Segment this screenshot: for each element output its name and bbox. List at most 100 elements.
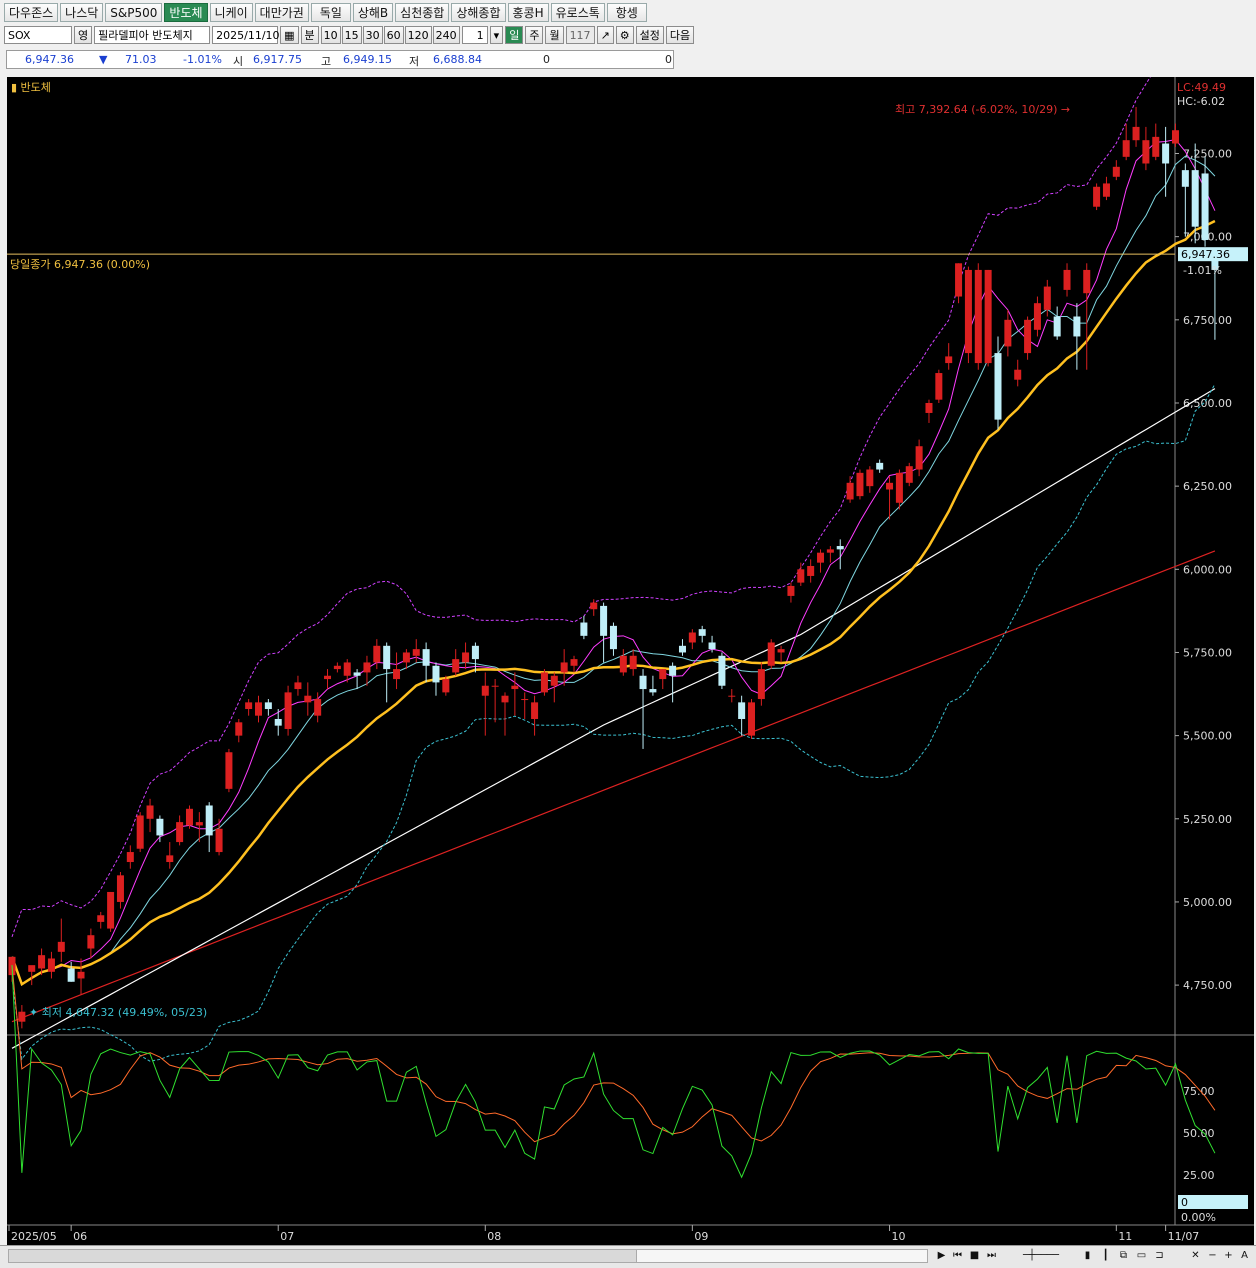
gear-icon[interactable]: ⚙ [615,26,634,44]
tab-3[interactable]: 반도체 [164,3,208,22]
chart-area[interactable]: 4,750.00 5,000.00 5,250.00 5,500.00 5,750.00… [7,38,1254,1245]
last-change-label: -1.01% [1183,264,1222,277]
candle-body [1122,140,1130,157]
hc-label: HC:-6.02 [1177,95,1225,108]
candle-body [836,546,844,550]
candle [748,699,755,739]
candle-body [807,565,815,576]
candle [136,812,144,853]
next-button[interactable]: 다음 [665,26,695,44]
candle-body [1162,143,1170,164]
interval-button-15[interactable]: 15 [341,26,362,44]
candle-body [136,815,144,849]
candle-body [383,645,391,670]
tab-8[interactable]: 심천종합 [395,3,450,22]
tab-12[interactable]: 항셍 [606,3,647,22]
candle-body [284,692,292,729]
draw-tool-icon[interactable]: ↗ [596,26,614,44]
indicator-value: 0 [1181,1196,1188,1209]
settings-button[interactable]: 설정 [635,26,664,44]
tab-4[interactable]: 니케이 [209,3,253,22]
date-input[interactable]: 2025/11/10 [212,26,280,44]
candle [284,685,292,736]
count-input[interactable]: 1 [461,26,488,44]
last-icon[interactable]: ⏭ [984,1248,999,1264]
interval-button-240[interactable]: 240 [432,26,460,44]
candle-body [550,675,558,686]
tab-5[interactable]: 대만가권 [254,3,309,22]
interval-button-30[interactable]: 30 [362,26,383,44]
candle [974,263,982,370]
candle-body [757,669,765,700]
x-tick-label: 11/07 [1168,1230,1200,1243]
scroll-right-icon[interactable]: ▶ [934,1248,949,1264]
candle [984,269,992,367]
candle-body [639,675,647,690]
candle-body [876,462,884,470]
tab-2[interactable]: S&P500 [105,3,163,22]
minute-button[interactable]: 분 [300,26,319,44]
window-icon[interactable]: ▭ [1134,1248,1149,1264]
y-tick-label: 4,750.00 [1183,979,1232,992]
x-tick-label: 09 [694,1230,708,1243]
candle-body [1043,286,1051,310]
candle-body [264,702,272,710]
candle-body [777,649,785,653]
tab-1[interactable]: 나스닥 [60,3,104,22]
bars-count[interactable]: 117 [565,26,595,44]
symbol-input[interactable]: SOX [4,26,72,44]
chart-scrollbar[interactable] [8,1249,928,1263]
week-button[interactable]: 주 [525,26,544,44]
candle-body [866,469,874,487]
tab-0[interactable]: 다우존스 [4,3,59,22]
candle-body [452,659,460,673]
exchange-select[interactable]: 영 [74,26,93,44]
zoom-slider[interactable]: ─┼──── [1006,1248,1076,1264]
chevron-down-icon[interactable]: ▾ [489,26,504,44]
interval-button-60[interactable]: 60 [383,26,404,44]
scroll-thumb[interactable] [636,1250,927,1262]
calendar-icon[interactable]: ▦ [280,26,299,44]
month-button[interactable]: 월 [545,26,564,44]
close-icon[interactable]: ✕ [1188,1248,1203,1264]
indicator-bottom-label: 0.00% [1181,1211,1216,1224]
candle-body [1063,269,1071,290]
tab-9[interactable]: 상해종합 [451,3,506,22]
quote-pct: -1.01% [183,53,222,66]
candle [1201,156,1209,247]
tab-11[interactable]: 유로스톡 [550,3,605,22]
first-icon[interactable]: ⏮ [950,1248,965,1264]
interval-button-120[interactable]: 120 [404,26,432,44]
step-icon[interactable]: ⊐ [1152,1248,1167,1264]
tab-7[interactable]: 상해B [352,3,394,22]
quote-high: 6,949.15 [343,53,392,66]
x-tick-label: 10 [892,1230,906,1243]
candle-body [1171,130,1179,144]
candle-body [1191,170,1199,227]
stop-icon[interactable]: ■ [967,1248,982,1264]
minus-icon[interactable]: − [1205,1248,1220,1264]
candle-body [501,695,509,703]
candle-body [817,552,825,563]
candle-icon[interactable]: ┃ [1098,1248,1113,1264]
low-annotation: ✦ 최저 4,647.32 (49.49%, 05/23) [29,1006,207,1019]
candle-body [333,665,341,670]
font-icon[interactable]: A [1237,1248,1252,1264]
index-tabbar: 다우존스 나스닥 S&P500 반도체 니케이 대만가권 독일 상해B 심천종합 상해종합 홍콩H 유… [4,3,647,22]
candle-body [1181,170,1189,187]
tab-6[interactable]: 독일 [310,3,351,22]
bar-icon[interactable]: ▮ [1080,1248,1095,1264]
interval-button-10[interactable]: 10 [320,26,341,44]
day-button[interactable]: 일 [505,26,524,44]
tab-10[interactable]: 홍콩H [507,3,549,22]
price-chart[interactable]: 4,750.00 5,000.00 5,250.00 5,500.00 5,750.00… [7,38,1254,1245]
candle-body [698,629,706,636]
candle-body [18,1011,26,1022]
quote-change: 71.03 [125,53,157,66]
candle-body [728,695,736,697]
candle-body [521,699,529,701]
plus-icon[interactable]: + [1221,1248,1236,1264]
restore-icon[interactable]: ⧉ [1116,1248,1131,1264]
y-tick-label: 5,750.00 [1183,646,1232,659]
candle-body [905,466,913,483]
